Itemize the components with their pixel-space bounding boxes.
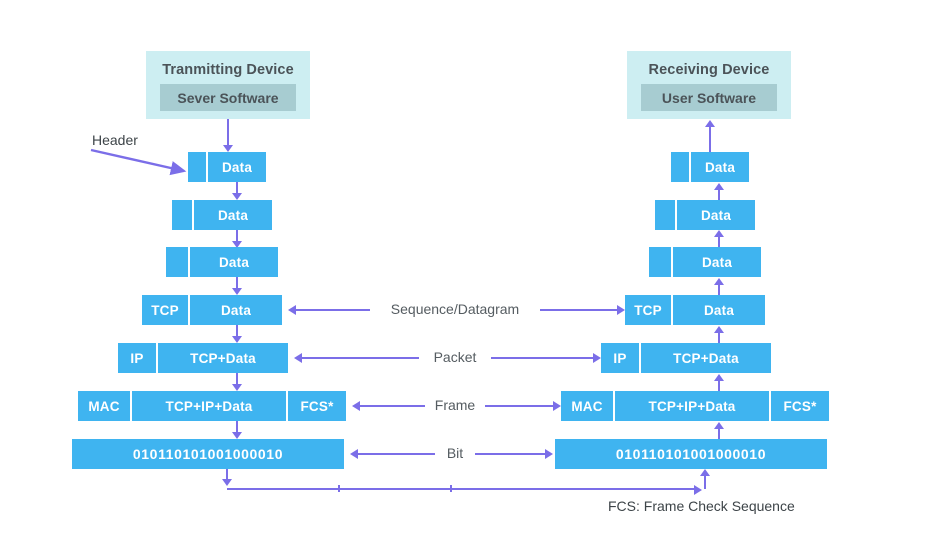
right-row2-header [655, 200, 675, 230]
peer-line-left-packet [302, 357, 419, 359]
transmit-arrowhead-row6-to-row7 [232, 432, 242, 439]
medium-tick-1 [338, 485, 340, 492]
right-row6-header-mac: MAC [561, 391, 613, 421]
peer-arrowhead-left-bit [350, 449, 358, 459]
peer-label-bit: Bit [446, 445, 464, 461]
peer-line-right-frame [485, 405, 553, 407]
transmit-arrowhead-row3-to-row4 [232, 288, 242, 295]
peer-line-left-bit [358, 453, 435, 455]
left-row1-payload: Data [208, 152, 266, 182]
header-callout-arrow [90, 148, 187, 176]
right-row4-header-tcp: TCP [625, 295, 671, 325]
peer-arrowhead-left-frame [352, 401, 360, 411]
receive-arrow-medium-to-bits [704, 475, 706, 489]
receive-arrowhead-row2-to-row1 [714, 183, 724, 190]
left-row5-header-ip: IP [118, 343, 156, 373]
left-row6-payload: TCP+IP+Data [132, 391, 286, 421]
transmit-arrowhead-row1-to-row2 [232, 193, 242, 200]
receive-arrow-row1-to-device [709, 126, 711, 152]
left-row6-trailer-fcs: FCS* [288, 391, 346, 421]
peer-line-right-bit [475, 453, 545, 455]
right-row3-payload: Data [673, 247, 761, 277]
left-row3-payload: Data [190, 247, 278, 277]
receive-arrowhead-row7-to-row6 [714, 422, 724, 429]
left-row2-header [172, 200, 192, 230]
left-row4-payload: Data [190, 295, 282, 325]
transmit-arrowhead-bits-to-medium [222, 479, 232, 486]
medium-tick-2 [450, 485, 452, 492]
right-row2-payload: Data [677, 200, 755, 230]
transmitting-device-box: Tranmitting Device Sever Software [146, 51, 310, 119]
peer-line-right-packet [491, 357, 593, 359]
peer-arrowhead-right-sequence [617, 305, 625, 315]
peer-label-frame: Frame [434, 397, 476, 413]
peer-line-left-frame [360, 405, 425, 407]
right-row1-header [671, 152, 689, 182]
right-row5-header-ip: IP [601, 343, 639, 373]
peer-arrowhead-right-packet [593, 353, 601, 363]
right-row1-payload: Data [691, 152, 749, 182]
peer-label-sequence-datagram: Sequence/Datagram [390, 301, 520, 317]
right-row3-header [649, 247, 671, 277]
right-row7-bitstream: 010110101001000010 [555, 439, 827, 469]
receiving-device-box: Receiving Device User Software [627, 51, 791, 119]
transmitting-device-title: Tranmitting Device [162, 62, 294, 78]
peer-line-right-sequence [540, 309, 617, 311]
fcs-footnote: FCS: Frame Check Sequence [608, 498, 795, 514]
receiving-device-title: Receiving Device [648, 62, 770, 78]
receive-arrowhead-row4-to-row3 [714, 278, 724, 285]
peer-line-left-sequence [296, 309, 370, 311]
transmit-arrowhead-device-to-row1 [223, 145, 233, 152]
peer-arrowhead-right-frame [553, 401, 561, 411]
left-row3-header [166, 247, 188, 277]
peer-label-packet: Packet [433, 349, 477, 365]
right-row4-payload: Data [673, 295, 765, 325]
left-row6-header-mac: MAC [78, 391, 130, 421]
receive-arrowhead-row1-to-device [705, 120, 715, 127]
left-row2-payload: Data [194, 200, 272, 230]
physical-medium-line [227, 488, 697, 490]
transmit-arrowhead-row4-to-row5 [232, 336, 242, 343]
user-software-box: User Software [641, 84, 777, 111]
right-row6-trailer-fcs: FCS* [771, 391, 829, 421]
peer-arrowhead-left-packet [294, 353, 302, 363]
right-row5-payload: TCP+Data [641, 343, 771, 373]
receive-arrowhead-medium-to-bits [700, 469, 710, 476]
protocol-encapsulation-diagram: Tranmitting Device Sever Software Receiv… [0, 0, 933, 533]
transmit-arrow-device-to-row1 [227, 119, 229, 148]
peer-arrowhead-left-sequence [288, 305, 296, 315]
left-row4-header-tcp: TCP [142, 295, 188, 325]
receive-arrowhead-row3-to-row2 [714, 230, 724, 237]
peer-arrowhead-right-bit [545, 449, 553, 459]
receive-arrowhead-row6-to-row5 [714, 374, 724, 381]
left-row5-payload: TCP+Data [158, 343, 288, 373]
right-row6-payload: TCP+IP+Data [615, 391, 769, 421]
left-row7-bitstream: 010110101001000010 [72, 439, 344, 469]
receive-arrowhead-row5-to-row4 [714, 326, 724, 333]
transmit-arrowhead-row5-to-row6 [232, 384, 242, 391]
server-software-box: Sever Software [160, 84, 296, 111]
physical-medium-arrowhead [694, 485, 702, 495]
